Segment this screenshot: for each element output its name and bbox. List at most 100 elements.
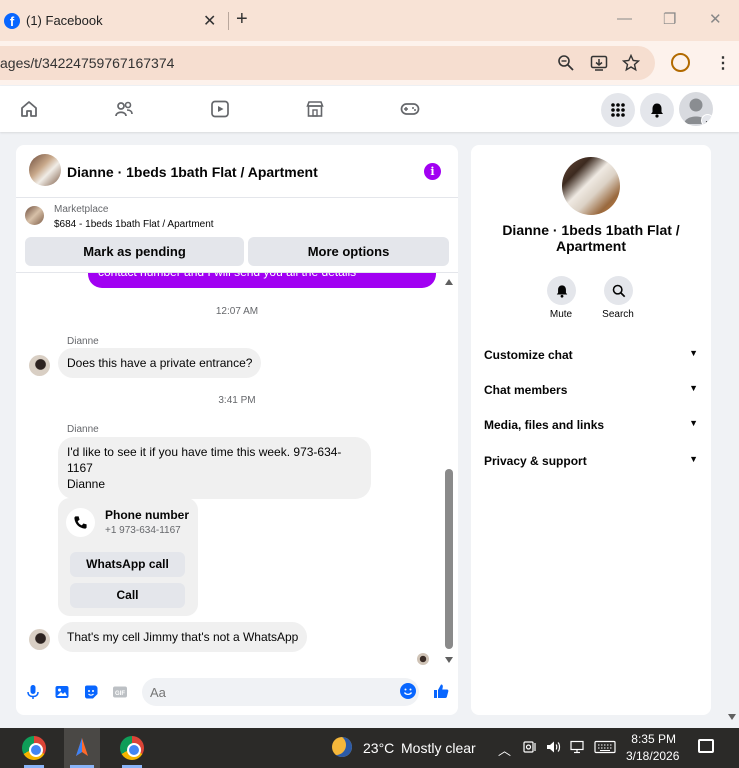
close-window-icon[interactable]: ✕ [709, 10, 722, 28]
minimize-icon[interactable]: — [617, 10, 632, 27]
address-bar[interactable]: ages/t/34224759767167374 [0, 46, 655, 80]
sticker-icon[interactable] [83, 684, 99, 700]
message-input[interactable] [142, 678, 419, 706]
facebook-nav: ⌄ [0, 86, 739, 132]
marketplace-label: Marketplace [54, 204, 109, 215]
clock-time[interactable]: 8:35 PM [630, 732, 676, 746]
section-label: Customize chat [484, 348, 573, 362]
info-panel-title[interactable]: Dianne · 1beds 1bath Flat / Apartment [491, 222, 691, 254]
emoji-face-icon [403, 688, 413, 696]
gaming-icon[interactable] [400, 99, 420, 119]
phone-card-title: Phone number [105, 508, 190, 522]
address-row: ages/t/34224759767167374 ⋮ [0, 41, 739, 85]
listing-large-avatar[interactable] [562, 157, 620, 215]
video-icon[interactable] [210, 99, 230, 119]
page-scroll-down-arrow-icon[interactable] [728, 714, 736, 720]
listing-thumbnail[interactable] [25, 206, 44, 225]
listing-price-title[interactable]: $684 - 1beds 1bath Flat / Apartment [54, 219, 214, 230]
browser-profile-icon[interactable] [671, 53, 690, 72]
browser-menu-icon[interactable]: ⋮ [715, 53, 731, 73]
section-media-files-links[interactable]: Media, files and links ▼ [484, 418, 698, 432]
svg-text:GIF: GIF [115, 691, 125, 697]
section-label: Media, files and links [484, 418, 605, 432]
message-composer: GIF [16, 673, 458, 715]
timestamp: 12:07 AM [215, 306, 259, 317]
keyboard-icon[interactable] [594, 740, 616, 754]
section-privacy-support[interactable]: Privacy & support ▼ [484, 454, 698, 468]
restore-icon[interactable]: ❐ [663, 10, 676, 28]
message-list[interactable]: contact number and I will send you all t… [16, 273, 458, 661]
section-label: Privacy & support [484, 454, 587, 468]
mute-label: Mute [549, 309, 573, 320]
menu-grid-button[interactable] [601, 93, 635, 127]
mute-button[interactable] [547, 276, 576, 305]
weather-description[interactable]: Mostly clear [401, 740, 476, 756]
clock-date[interactable]: 3/18/2026 [626, 749, 679, 763]
scroll-up-arrow-icon[interactable] [445, 279, 453, 285]
whatsapp-call-button[interactable]: WhatsApp call [70, 552, 185, 577]
chevron-down-icon: ▼ [689, 348, 698, 358]
microphone-icon[interactable] [25, 684, 41, 700]
emoji-icon[interactable] [400, 683, 416, 699]
sender-avatar[interactable] [29, 629, 50, 650]
tray-expand-icon[interactable]: ︿ [498, 740, 511, 759]
listing-avatar[interactable] [29, 154, 61, 186]
call-button[interactable]: Call [70, 583, 185, 608]
thumbs-up-icon[interactable] [432, 682, 450, 700]
mark-pending-button[interactable]: Mark as pending [25, 237, 244, 266]
search-label: Search [602, 309, 634, 320]
sender-name: Dianne [67, 336, 99, 347]
timestamp: 3:41 PM [218, 395, 256, 406]
chat-title[interactable]: Dianne · 1beds 1bath Flat / Apartment [67, 164, 318, 180]
sender-avatar[interactable] [29, 355, 50, 376]
browser-tab[interactable]: f (1) Facebook ✕ [0, 0, 226, 41]
received-message-bubble: I'd like to see it if you have time this… [58, 437, 371, 499]
bell-icon [651, 103, 663, 118]
chrome-taskbar-icon[interactable] [22, 736, 46, 760]
facebook-favicon-icon: f [4, 12, 20, 29]
volume-icon[interactable] [546, 740, 562, 754]
info-icon[interactable]: i [424, 163, 441, 180]
tab-separator [228, 12, 229, 30]
message-line: I'd like to see it if you have time this… [67, 445, 342, 459]
message-scrollbar[interactable] [443, 279, 455, 663]
chevron-down-icon: ▼ [689, 454, 698, 464]
profile-avatar[interactable]: ⌄ [679, 92, 713, 126]
install-app-icon[interactable] [590, 54, 608, 72]
friends-icon[interactable] [114, 99, 134, 119]
sender-name: Dianne [67, 424, 99, 435]
network-icon[interactable] [570, 740, 586, 754]
chevron-down-icon: ▼ [689, 383, 698, 393]
notifications-button[interactable] [640, 93, 674, 127]
chat-panel: Dianne · 1beds 1bath Flat / Apartment i … [16, 145, 458, 715]
search-button[interactable] [604, 276, 633, 305]
camera-tray-icon[interactable] [523, 740, 537, 754]
photo-icon[interactable] [54, 684, 70, 700]
marketplace-icon[interactable] [305, 99, 325, 119]
section-chat-members[interactable]: Chat members ▼ [484, 383, 698, 397]
bookmark-star-icon[interactable] [622, 54, 640, 72]
close-tab-icon[interactable]: ✕ [203, 11, 216, 31]
windows-taskbar: 23°C Mostly clear ︿ 8:35 PM 3/18/2026 [0, 728, 739, 768]
chat-info-panel: Dianne · 1beds 1bath Flat / Apartment Mu… [471, 145, 711, 715]
phone-card-number: +1 973-634-1167 [105, 525, 181, 536]
chrome-taskbar-icon[interactable] [120, 736, 144, 760]
message-line: Dianne [67, 477, 106, 491]
chevron-down-icon: ▼ [689, 418, 698, 428]
browser-tabstrip: f (1) Facebook ✕ + — ❐ ✕ [0, 0, 739, 41]
weather-moon-icon[interactable] [332, 737, 352, 757]
url-text[interactable]: ages/t/34224759767167374 [0, 55, 174, 71]
app-taskbar-icon[interactable] [70, 736, 94, 760]
scrollbar-thumb[interactable] [445, 469, 453, 649]
home-icon[interactable] [19, 99, 39, 119]
notification-center-icon[interactable] [698, 739, 714, 753]
section-customize-chat[interactable]: Customize chat ▼ [484, 348, 698, 362]
sent-message-bubble: contact number and I will send you all t… [88, 273, 436, 288]
gif-icon[interactable]: GIF [112, 684, 128, 700]
scroll-down-arrow-icon[interactable] [445, 657, 453, 663]
more-options-button[interactable]: More options [248, 237, 449, 266]
zoom-icon[interactable] [557, 54, 575, 72]
new-tab-icon[interactable]: + [236, 8, 248, 31]
weather-temperature[interactable]: 23°C [363, 740, 394, 756]
bell-icon [556, 284, 567, 298]
